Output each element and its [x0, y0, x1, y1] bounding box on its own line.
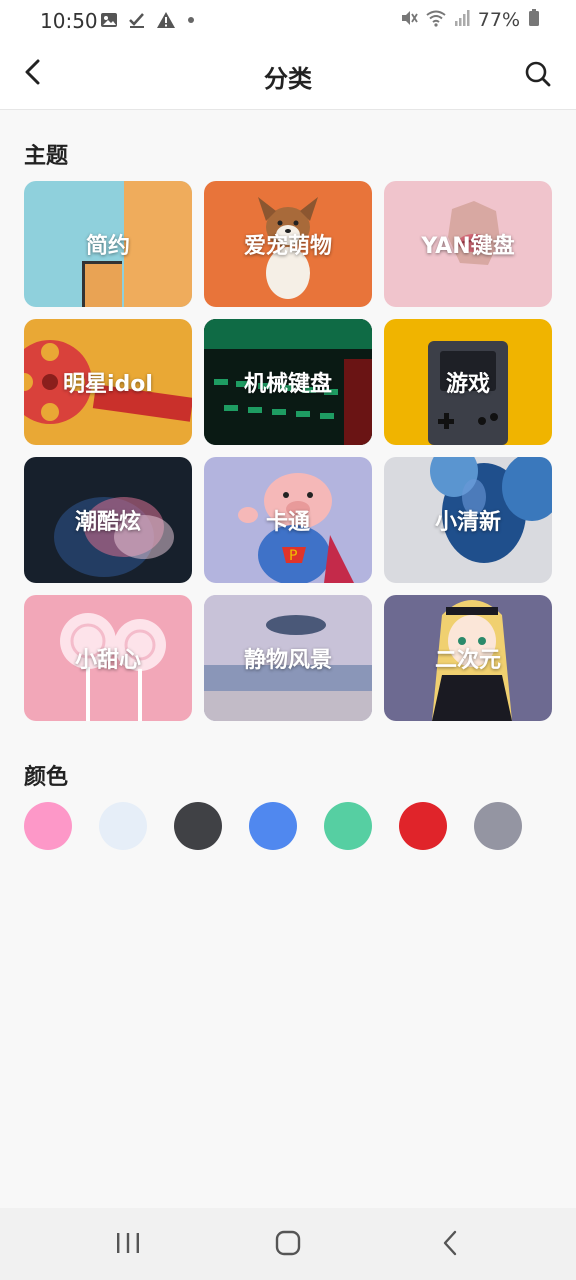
- theme-tile-label: 明星idol: [63, 372, 153, 397]
- theme-tile-label: 静物风景: [243, 648, 332, 673]
- color-swatch-pink[interactable]: [24, 802, 72, 850]
- color-swatch-row: [24, 802, 522, 850]
- recents-button[interactable]: [108, 1230, 148, 1260]
- theme-tile-label: 潮酷炫: [74, 510, 141, 535]
- colors-section-title: 颜色: [24, 765, 69, 790]
- theme-tile-label: YAN键盘: [421, 234, 515, 259]
- theme-tile-games[interactable]: 游戏: [384, 319, 552, 445]
- themes-section-title: 主题: [24, 144, 69, 169]
- home-icon: [275, 1230, 301, 1260]
- theme-tile-fresh[interactable]: 小清新: [384, 457, 552, 583]
- theme-tile-simple[interactable]: 简约: [24, 181, 192, 307]
- theme-tile-idol[interactable]: 明星idol: [24, 319, 192, 445]
- color-swatch-dark-gray[interactable]: [174, 802, 222, 850]
- back-icon: [441, 1230, 459, 1260]
- theme-tile-cool[interactable]: 潮酷炫: [24, 457, 192, 583]
- theme-tile-label: 爱宠萌物: [243, 234, 332, 259]
- battery-icon: [528, 9, 540, 31]
- theme-tile-label: 卡通: [265, 510, 310, 535]
- search-icon: [524, 61, 552, 92]
- dot-icon: [186, 11, 196, 33]
- page-title: 分类: [264, 65, 312, 93]
- status-bar: 10:50 77%: [0, 0, 576, 39]
- theme-tile-mechanical-keyboard[interactable]: 机械键盘: [204, 319, 372, 445]
- status-time: 10:50: [40, 9, 98, 33]
- theme-tile-label: 游戏: [445, 372, 490, 397]
- theme-tile-cartoon[interactable]: P 卡通: [204, 457, 372, 583]
- theme-tile-label: 机械键盘: [243, 372, 332, 397]
- color-swatch-gray[interactable]: [474, 802, 522, 850]
- theme-tile-yan-keyboard[interactable]: YAN键盘: [384, 181, 552, 307]
- warning-icon: [156, 11, 176, 33]
- search-button[interactable]: [524, 60, 554, 90]
- theme-tile-label: 小甜心: [74, 648, 141, 673]
- app-bar: 分类: [0, 39, 576, 110]
- theme-grid: 简约 爱宠萌物 YAN键盘 明星idol 机械键盘 游戏 潮酷炫 P 卡通 小清…: [24, 181, 552, 721]
- color-swatch-light-blue[interactable]: [99, 802, 147, 850]
- check-download-icon: [128, 11, 146, 33]
- wifi-icon: [426, 9, 446, 31]
- home-button[interactable]: [268, 1230, 308, 1260]
- color-swatch-blue[interactable]: [249, 802, 297, 850]
- theme-tile-anime[interactable]: 二次元: [384, 595, 552, 721]
- nav-back-button[interactable]: [430, 1230, 470, 1260]
- status-notification-icons: [100, 11, 196, 33]
- image-icon: [100, 11, 118, 33]
- system-navigation-bar: [0, 1208, 576, 1280]
- theme-tile-label: 小清新: [434, 510, 501, 535]
- signal-icon: [454, 9, 470, 31]
- color-swatch-green[interactable]: [324, 802, 372, 850]
- color-swatch-red[interactable]: [399, 802, 447, 850]
- theme-tile-label: 二次元: [434, 648, 501, 673]
- theme-tile-pets[interactable]: 爱宠萌物: [204, 181, 372, 307]
- theme-tile-sweetheart[interactable]: 小甜心: [24, 595, 192, 721]
- theme-tile-still-life-scenery[interactable]: 静物风景: [204, 595, 372, 721]
- recents-icon: [115, 1231, 141, 1259]
- battery-text: 77%: [477, 9, 520, 31]
- mute-icon: [400, 9, 418, 31]
- status-system-icons: 77%: [400, 9, 540, 31]
- theme-tile-label: 简约: [85, 234, 130, 259]
